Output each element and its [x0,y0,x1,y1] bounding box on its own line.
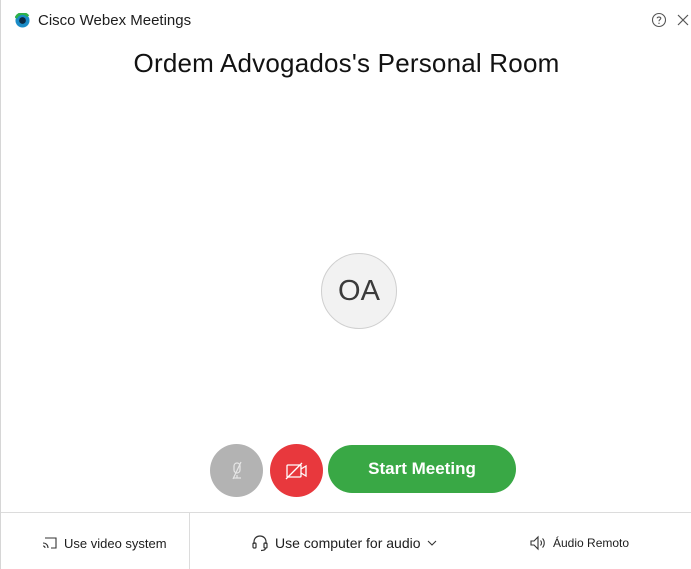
remote-audio-label: Áudio Remoto [553,536,630,550]
chevron-down-icon [427,540,436,546]
close-icon[interactable] [675,12,691,28]
webex-logo-icon [15,13,30,28]
start-meeting-button[interactable]: Start Meeting [328,445,516,493]
video-system-label: Use video system [64,535,167,551]
microphone-muted-icon [231,461,242,479]
bottom-divider [189,513,190,569]
speaker-icon [530,535,545,551]
avatar: OA [321,253,397,329]
video-off-icon [285,462,307,479]
audio-connection-dropdown[interactable]: Use computer for audio [251,533,437,553]
use-video-system-button[interactable]: Use video system [42,533,167,553]
mute-button[interactable] [210,444,263,497]
webex-meeting-window: Cisco Webex Meetings Ordem Advogados's P… [0,0,691,569]
title-bar: Cisco Webex Meetings [1,0,691,40]
room-title: Ordem Advogados's Personal Room [133,48,560,78]
audio-connect-label: Use computer for audio [275,535,421,551]
remote-audio-button[interactable]: Áudio Remoto [529,533,629,553]
help-icon[interactable] [651,12,667,28]
video-button[interactable] [270,444,323,497]
headset-icon [252,535,268,552]
bottom-bar: Use video system Use computer for audio … [1,512,691,569]
cast-icon [42,537,57,549]
window-title: Cisco Webex Meetings [38,12,192,29]
